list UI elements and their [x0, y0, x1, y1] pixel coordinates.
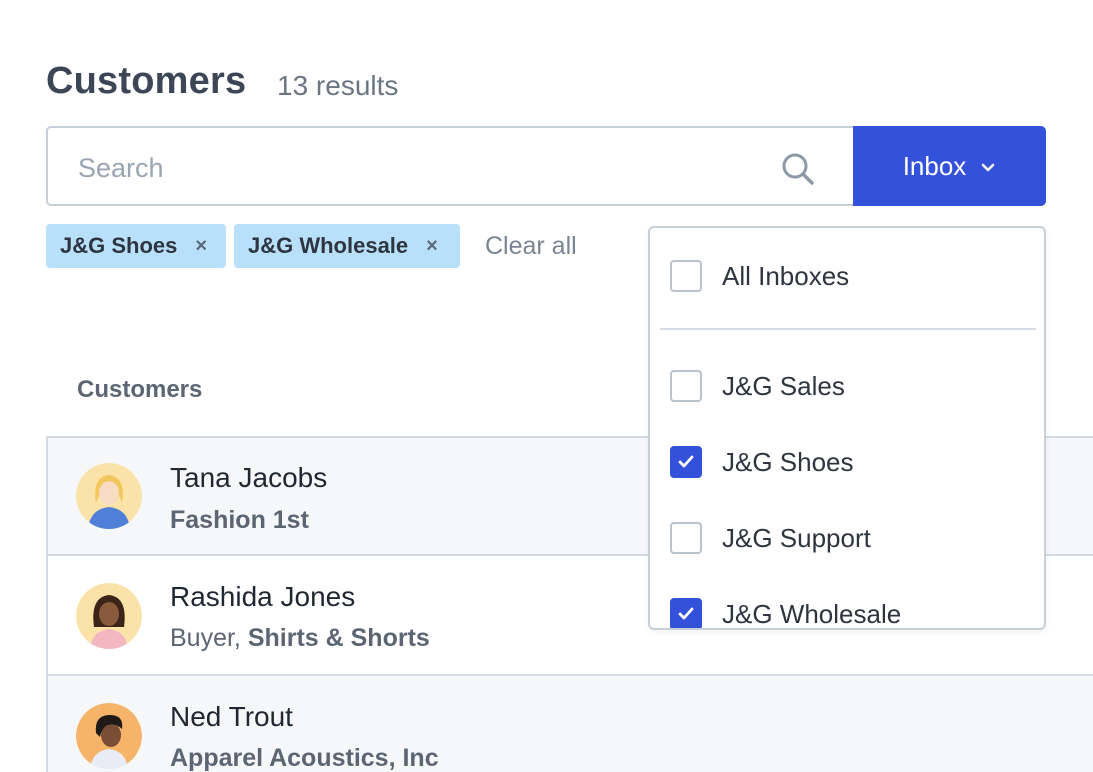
checkbox[interactable] [670, 522, 702, 554]
option-jg-wholesale[interactable]: J&G Wholesale [670, 594, 902, 629]
customer-company: Fashion 1st [170, 506, 309, 534]
avatar [76, 463, 142, 529]
list-header: Customers [77, 376, 203, 403]
page-title: Customers [46, 60, 247, 102]
option-all-inboxes[interactable]: All Inboxes [670, 256, 849, 296]
customer-company: Shirts & Shorts [247, 624, 430, 652]
avatar-tana-icon [76, 463, 142, 529]
avatar-ned-icon [76, 703, 142, 769]
customer-name: Tana Jacobs [170, 462, 328, 493]
customer-company-line: Fashion 1st [170, 506, 309, 535]
chip-label: J&G Wholesale [248, 233, 409, 258]
search-icon[interactable] [781, 152, 815, 186]
checkbox[interactable] [670, 260, 702, 292]
checkbox[interactable] [670, 598, 702, 628]
customer-company: Apparel Acoustics, Inc [170, 744, 439, 772]
checkmark-icon [678, 455, 694, 468]
filter-chip-jg-shoes: J&G Shoes × [46, 224, 226, 268]
customer-name: Ned Trout [170, 701, 293, 732]
inbox-dropdown-menu: All Inboxes J&G Sales J&G Shoes J&G Supp… [648, 226, 1046, 630]
remove-chip-icon[interactable]: × [426, 235, 438, 258]
option-label: J&G Support [722, 522, 871, 553]
table-row[interactable]: Ned Trout Apparel Acoustics, Inc [48, 676, 1093, 772]
option-label: J&G Wholesale [722, 598, 902, 629]
customer-company-line: Buyer, Shirts & Shorts [170, 624, 430, 653]
avatar [76, 703, 142, 769]
filter-chip-jg-wholesale: J&G Wholesale × [234, 224, 460, 268]
option-label: All Inboxes [722, 260, 850, 291]
checkbox[interactable] [670, 446, 702, 478]
chevron-down-icon [981, 163, 995, 172]
search-input[interactable] [78, 148, 758, 188]
customer-company-line: Apparel Acoustics, Inc [170, 744, 439, 772]
checkbox[interactable] [670, 370, 702, 402]
option-jg-sales[interactable]: J&G Sales [670, 366, 845, 406]
inbox-dropdown-button[interactable]: Inbox [853, 126, 1046, 206]
divider [660, 328, 1036, 330]
remove-chip-icon[interactable]: × [195, 235, 207, 258]
option-jg-support[interactable]: J&G Support [670, 518, 871, 558]
customers-page: Customers 13 results Inbox J&G Shoes × J… [0, 0, 1093, 772]
search-box [46, 126, 854, 206]
customer-name: Rashida Jones [170, 581, 356, 612]
clear-all-link[interactable]: Clear all [485, 232, 577, 261]
option-jg-shoes[interactable]: J&G Shoes [670, 442, 854, 482]
option-label: J&G Sales [722, 370, 845, 401]
chip-label: J&G Shoes [60, 233, 178, 258]
avatar [76, 583, 142, 649]
inbox-button-label: Inbox [902, 150, 967, 181]
results-count: 13 results [277, 70, 399, 101]
option-label: J&G Shoes [722, 446, 854, 477]
avatar-rashida-icon [76, 583, 142, 649]
checkmark-icon [678, 607, 694, 620]
customer-role: Buyer, [170, 624, 248, 652]
